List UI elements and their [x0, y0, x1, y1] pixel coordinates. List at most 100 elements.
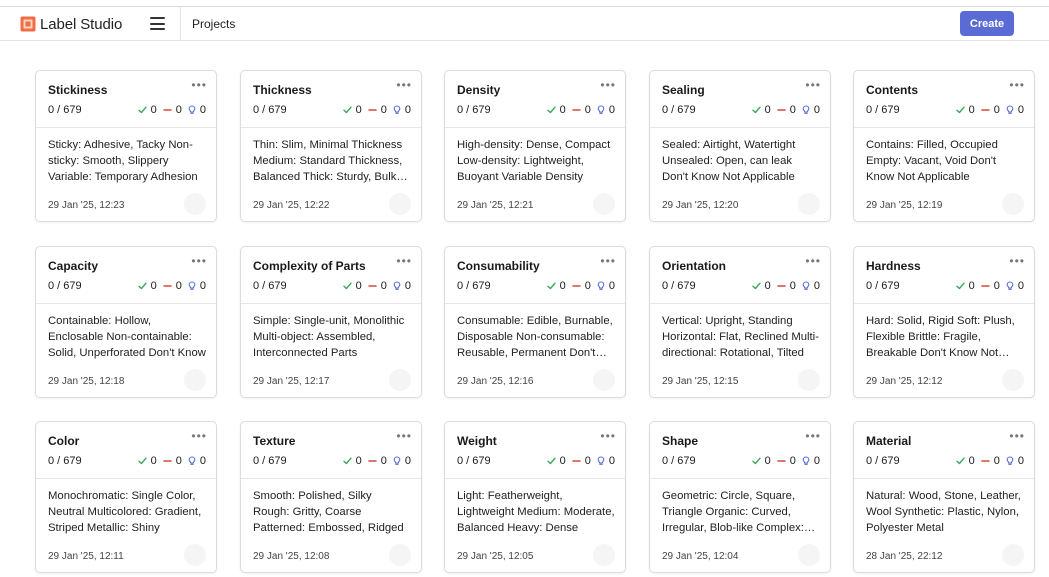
completed-stat: 0: [546, 104, 566, 116]
more-dots-icon[interactable]: •••: [805, 430, 821, 442]
predictions-stat: 0: [393, 455, 411, 467]
checkmark-icon: [751, 457, 761, 465]
more-dots-icon[interactable]: •••: [1009, 430, 1025, 442]
project-card[interactable]: Density ••• 0 / 679 0 0 0 High-density: …: [444, 70, 626, 222]
label-studio-logo-icon: [20, 16, 36, 32]
created-date: 29 Jan '25, 12:23: [48, 200, 125, 211]
lightbulb-icon: [597, 456, 605, 465]
project-card[interactable]: Stickiness ••• 0 / 679 0 0 0 Sticky: Adh…: [35, 70, 217, 222]
minus-icon: [981, 285, 990, 287]
avatar: [184, 193, 206, 215]
more-dots-icon[interactable]: •••: [805, 255, 821, 267]
project-card[interactable]: Hardness ••• 0 / 679 0 0 0 Hard: Solid, …: [853, 246, 1035, 398]
project-card[interactable]: Consumability ••• 0 / 679 0 0 0 Consumab…: [444, 246, 626, 398]
predictions-count: 0: [404, 280, 411, 292]
project-card[interactable]: Weight ••• 0 / 679 0 0 0 Light: Featherw…: [444, 421, 626, 573]
more-dots-icon[interactable]: •••: [396, 255, 412, 267]
create-project-button[interactable]: Create: [960, 11, 1014, 36]
predictions-count: 0: [608, 104, 615, 116]
more-dots-icon[interactable]: •••: [600, 255, 616, 267]
predictions-count: 0: [1017, 104, 1024, 116]
project-card[interactable]: Color ••• 0 / 679 0 0 0 Monochromatic: S…: [35, 421, 217, 573]
project-card[interactable]: Contents ••• 0 / 679 0 0 0 Contains: Fil…: [853, 70, 1035, 222]
card-divider: [445, 303, 625, 304]
more-dots-icon[interactable]: •••: [1009, 255, 1025, 267]
created-date: 29 Jan '25, 12:12: [866, 376, 943, 387]
checkmark-icon: [342, 106, 352, 114]
app-logo[interactable]: Label Studio: [20, 15, 122, 33]
skipped-count: 0: [380, 455, 387, 467]
project-card[interactable]: Orientation ••• 0 / 679 0 0 0 Vertical: …: [649, 246, 831, 398]
project-title: Material: [866, 434, 912, 448]
lightbulb-icon: [188, 456, 196, 465]
created-date: 29 Jan '25, 12:11: [48, 551, 124, 562]
card-divider: [36, 127, 216, 128]
project-title: Consumability: [457, 259, 540, 273]
avatar: [184, 544, 206, 566]
project-card[interactable]: Material ••• 0 / 679 0 0 0 Natural: Wood…: [853, 421, 1035, 573]
project-card[interactable]: Sealing ••• 0 / 679 0 0 0 Sealed: Airtig…: [649, 70, 831, 222]
completed-count: 0: [764, 455, 771, 467]
created-date: 29 Jan '25, 12:08: [253, 551, 330, 562]
project-card[interactable]: Complexity of Parts ••• 0 / 679 0 0 0 Si…: [240, 246, 422, 398]
created-date: 29 Jan '25, 12:18: [48, 376, 125, 387]
predictions-count: 0: [199, 455, 206, 467]
more-dots-icon[interactable]: •••: [191, 79, 207, 91]
project-stats: 0 0 0: [546, 104, 615, 116]
completed-stat: 0: [342, 280, 362, 292]
app-header: Label Studio Projects Create: [0, 7, 1049, 41]
project-card[interactable]: Shape ••• 0 / 679 0 0 0 Geometric: Circl…: [649, 421, 831, 573]
predictions-stat: 0: [802, 280, 820, 292]
project-description: Monochromatic: Single Color, Neutral Mul…: [48, 490, 202, 534]
more-dots-icon[interactable]: •••: [396, 430, 412, 442]
project-description: Smooth: Polished, Silky Rough: Gritty, C…: [253, 490, 404, 534]
more-dots-icon[interactable]: •••: [600, 79, 616, 91]
task-count: 0 / 679: [457, 104, 491, 116]
more-dots-icon[interactable]: •••: [600, 430, 616, 442]
minus-icon: [981, 109, 990, 111]
task-count: 0 / 679: [253, 104, 287, 116]
checkmark-icon: [342, 282, 352, 290]
avatar: [389, 544, 411, 566]
project-card[interactable]: Thickness ••• 0 / 679 0 0 0 Thin: Slim, …: [240, 70, 422, 222]
project-title: Complexity of Parts: [253, 259, 366, 273]
more-dots-icon[interactable]: •••: [396, 79, 412, 91]
completed-stat: 0: [342, 455, 362, 467]
more-dots-icon[interactable]: •••: [191, 430, 207, 442]
project-description: Geometric: Circle, Square, Triangle Orga…: [662, 490, 804, 534]
skipped-stat: 0: [777, 104, 796, 116]
card-divider: [650, 303, 830, 304]
avatar: [798, 193, 820, 215]
minus-icon: [163, 460, 172, 462]
project-stats: 0 0 0: [955, 280, 1024, 292]
task-count: 0 / 679: [48, 280, 82, 292]
task-count: 0 / 679: [253, 455, 287, 467]
predictions-stat: 0: [1006, 280, 1024, 292]
project-description: Natural: Wood, Stone, Leather, Wool Synt…: [866, 490, 1021, 534]
project-card[interactable]: Texture ••• 0 / 679 0 0 0 Smooth: Polish…: [240, 421, 422, 573]
completed-stat: 0: [955, 104, 975, 116]
completed-count: 0: [355, 280, 362, 292]
skipped-count: 0: [584, 455, 591, 467]
project-description: Vertical: Upright, Standing Horizontal: …: [662, 315, 819, 359]
more-dots-icon[interactable]: •••: [191, 255, 207, 267]
skipped-stat: 0: [572, 104, 591, 116]
card-divider: [445, 127, 625, 128]
created-date: 29 Jan '25, 12:22: [253, 200, 330, 211]
lightbulb-icon: [1006, 281, 1014, 290]
checkmark-icon: [751, 282, 761, 290]
predictions-stat: 0: [1006, 455, 1024, 467]
more-dots-icon[interactable]: •••: [805, 79, 821, 91]
completed-stat: 0: [137, 104, 157, 116]
minus-icon: [572, 109, 581, 111]
project-card[interactable]: Capacity ••• 0 / 679 0 0 0 Containable: …: [35, 246, 217, 398]
task-count: 0 / 679: [866, 280, 900, 292]
card-divider: [650, 127, 830, 128]
skipped-stat: 0: [163, 455, 182, 467]
more-dots-icon[interactable]: •••: [1009, 79, 1025, 91]
task-count: 0 / 679: [866, 104, 900, 116]
skipped-count: 0: [584, 280, 591, 292]
created-date: 29 Jan '25, 12:17: [253, 376, 330, 387]
predictions-stat: 0: [188, 104, 206, 116]
hamburger-icon[interactable]: [150, 17, 165, 30]
